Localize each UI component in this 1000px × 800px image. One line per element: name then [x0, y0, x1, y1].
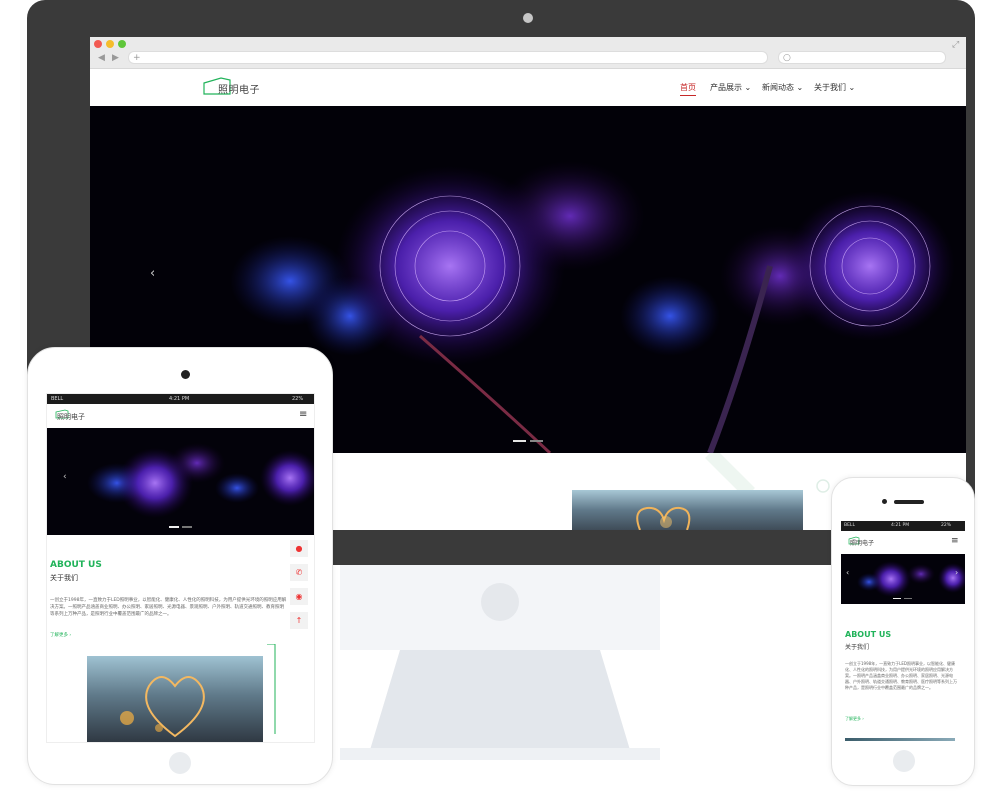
carrier-label: BELL — [844, 523, 855, 528]
tablet-camera — [181, 370, 190, 379]
phone-speaker — [894, 500, 924, 504]
back-arrow-icon[interactable]: ◀ — [98, 52, 105, 64]
nav-about-label: 关于我们 — [814, 83, 846, 92]
bell-icon[interactable]: ● — [290, 540, 308, 558]
tablet-about-more-link[interactable]: 了解更多 › — [50, 632, 71, 638]
battery-label: 22% — [941, 523, 952, 528]
hero-dot-2[interactable] — [530, 440, 543, 442]
hero-dot-1[interactable] — [513, 440, 526, 442]
address-bar[interactable]: + — [128, 51, 768, 64]
carrier-label: BELL — [51, 396, 64, 402]
tablet-home-button[interactable] — [169, 752, 191, 774]
tablet-screen: BELL 4:21 PM 22% 照明电子 ≡ ‹ ABOUT US 关于我们 — [46, 393, 315, 743]
nav-home[interactable]: 首页 — [680, 82, 696, 96]
phone-hero-image — [857, 561, 965, 597]
back-to-top-icon[interactable]: ↑ — [290, 612, 308, 630]
tablet-heart-lights-photo — [87, 656, 263, 742]
time-label: 4:21 PM — [891, 523, 910, 528]
tablet-about-body: 一创立于1998年，一直致力于LED照明事业，以智能化、健康化、人性化的照明科技… — [50, 598, 287, 617]
phone-site-header: 照明电子 ≡ — [841, 531, 965, 554]
site-logo-text[interactable]: 照明电子 — [218, 81, 260, 96]
phone-hero-dot-2[interactable] — [904, 598, 912, 599]
tablet-about-subtitle: 关于我们 — [50, 574, 78, 582]
phone-icon[interactable]: ✆ — [290, 564, 308, 582]
tablet-device: BELL 4:21 PM 22% 照明电子 ≡ ‹ ABOUT US 关于我们 — [27, 347, 333, 785]
nav-products[interactable]: 产品展示 ⌄ — [710, 82, 751, 93]
window-minimize-dot[interactable] — [106, 40, 114, 48]
hamburger-menu-icon[interactable]: ≡ — [951, 536, 959, 546]
tablet-hero-dot-2[interactable] — [182, 526, 192, 528]
phone-screen: BELL 4:21 PM 22% 照明电子 ≡ ‹ › ABOUT US 关于我… — [841, 521, 965, 741]
phone-device: BELL 4:21 PM 22% 照明电子 ≡ ‹ › ABOUT US 关于我… — [831, 477, 975, 786]
tablet-site-header: 照明电子 ≡ — [47, 404, 314, 428]
phone-photo-strip — [845, 738, 955, 741]
plus-icon: + — [133, 53, 141, 63]
monitor-stand-base — [340, 650, 660, 760]
phone-logo-text[interactable]: 照明电子 — [850, 538, 874, 547]
phone-status-bar: BELL 4:21 PM 22% — [841, 521, 965, 531]
hamburger-menu-icon[interactable]: ≡ — [299, 409, 307, 420]
fullscreen-icon[interactable]: ⤢ — [952, 39, 959, 51]
phone-about-body: 一创立于1998年，一直致力于LED照明事业，以智能化、健康化、人性化的照明科技… — [845, 661, 957, 690]
window-close-dot[interactable] — [94, 40, 102, 48]
decorative-line — [267, 644, 276, 734]
forward-arrow-icon[interactable]: ▶ — [112, 52, 119, 64]
phone-hero-prev-icon[interactable]: ‹ — [846, 568, 849, 577]
battery-label: 22% — [292, 396, 304, 402]
monitor-camera — [523, 13, 533, 23]
nav-news-label: 新闻动态 — [762, 83, 794, 92]
phone-camera — [882, 499, 887, 504]
tablet-logo-text[interactable]: 照明电子 — [57, 412, 85, 422]
search-icon: ○ — [783, 53, 791, 63]
chevron-down-icon: ⌄ — [848, 83, 856, 92]
browser-chrome: ◀ ▶ + ○ ⤢ — [90, 37, 966, 69]
site-header: 照明电子 首页 产品展示 ⌄ 新闻动态 ⌄ 关于我们 ⌄ — [90, 69, 966, 106]
heart-lights-photo — [572, 490, 803, 530]
tablet-hero-dot-1[interactable] — [169, 526, 179, 528]
phone-about-more-link[interactable]: 了解更多 › — [845, 716, 864, 722]
nav-news[interactable]: 新闻动态 ⌄ — [762, 82, 803, 93]
wechat-icon[interactable]: ◉ — [290, 588, 308, 606]
phone-about-title: ABOUT US — [845, 630, 892, 639]
nav-about[interactable]: 关于我们 ⌄ — [814, 82, 855, 93]
nav-products-label: 产品展示 — [710, 83, 742, 92]
tablet-status-bar: BELL 4:21 PM 22% — [47, 394, 314, 404]
monitor-power-button — [481, 583, 519, 621]
tablet-hero-image — [87, 443, 314, 518]
phone-hero-banner: ‹ › — [841, 554, 965, 604]
tablet-hero-prev-icon[interactable]: ‹ — [63, 472, 67, 482]
time-label: 4:21 PM — [169, 396, 190, 402]
phone-about-subtitle: 关于我们 — [845, 644, 870, 651]
tablet-about-title: ABOUT US — [50, 560, 102, 570]
browser-search-box[interactable]: ○ — [778, 51, 946, 64]
phone-home-button[interactable] — [893, 750, 915, 772]
phone-hero-dot-1[interactable] — [893, 598, 901, 599]
chevron-down-icon: ⌄ — [744, 83, 752, 92]
tablet-hero-banner: ‹ — [47, 428, 314, 535]
chevron-down-icon: ⌄ — [796, 83, 804, 92]
phone-hero-next-icon[interactable]: › — [955, 568, 958, 577]
window-maximize-dot[interactable] — [118, 40, 126, 48]
hero-prev-arrow-icon[interactable]: ‹ — [150, 266, 155, 281]
